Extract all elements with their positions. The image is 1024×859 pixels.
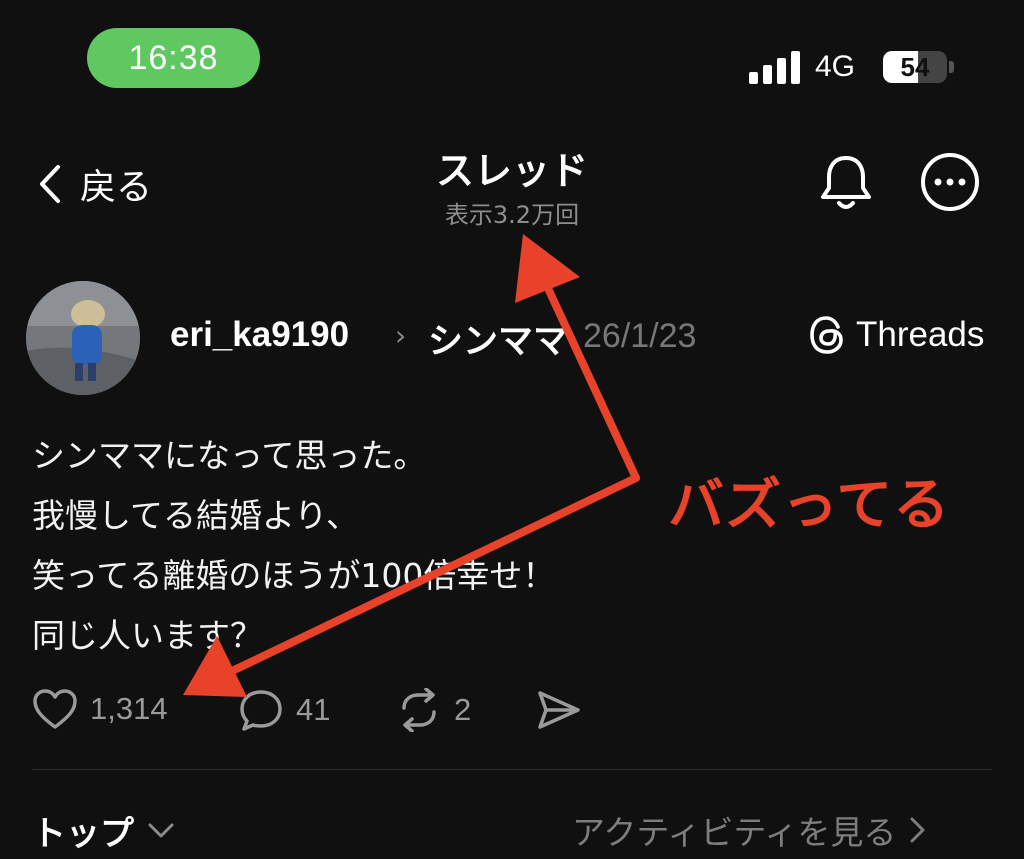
- annotation-arrows: [183, 234, 640, 697]
- annotation-label: バズってる: [668, 473, 951, 538]
